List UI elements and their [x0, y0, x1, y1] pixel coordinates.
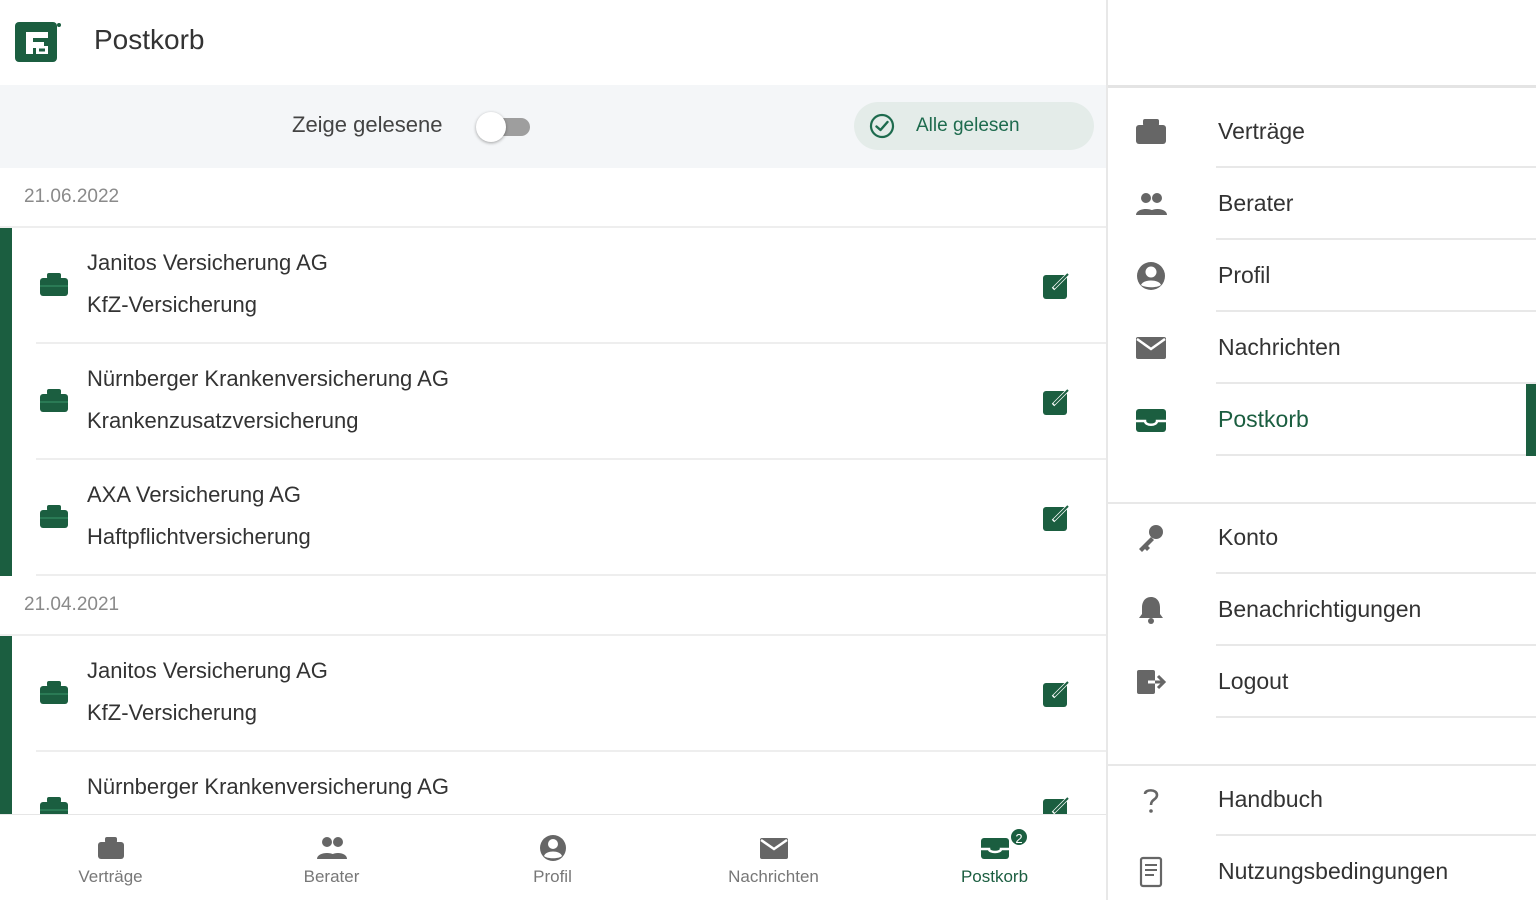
mark-all-read-button[interactable]: Alle gelesen — [854, 102, 1094, 150]
bell-icon — [1139, 597, 1163, 624]
bottom-nav-label: Nachrichten — [728, 867, 819, 886]
briefcase-icon — [97, 837, 124, 859]
document-icon — [1139, 856, 1163, 888]
product-name: Haftpflichtversicherung — [87, 524, 311, 549]
drawer-item-berater[interactable]: Berater — [1108, 168, 1536, 240]
people-icon — [316, 837, 347, 859]
drawer-item-profil[interactable]: Profil — [1108, 240, 1536, 312]
mail-icon — [1136, 337, 1166, 359]
toggle-knob — [476, 112, 506, 142]
briefcase-icon — [40, 681, 68, 704]
check-circle-icon — [869, 113, 895, 139]
message-group: Janitos Versicherung AG KfZ-Versicherung… — [0, 228, 1106, 576]
page-title: Postkorb — [94, 24, 205, 55]
drawer-item-logout[interactable]: Logout — [1108, 646, 1536, 718]
drawer-item-benachrichtigungen[interactable]: Benachrichtigungen — [1108, 574, 1536, 646]
logout-icon — [1137, 670, 1167, 694]
bottom-nav-nachrichten[interactable]: Nachrichten — [663, 815, 884, 901]
bottom-nav-label: Berater — [303, 867, 360, 886]
drawer-item-label: Konto — [1218, 524, 1279, 550]
drawer-item-label: Logout — [1218, 668, 1289, 694]
bottom-nav-label: Verträge — [78, 867, 143, 886]
drawer-item-nachrichten[interactable]: Nachrichten — [1108, 312, 1536, 384]
drawer-item-label: Verträge — [1218, 118, 1305, 144]
active-indicator — [1526, 384, 1536, 456]
account-icon — [539, 835, 566, 861]
briefcase-icon — [40, 389, 68, 412]
divider — [1216, 716, 1536, 718]
open-external-icon[interactable] — [1040, 792, 1074, 814]
company-name: Nürnberger Krankenversicherung AG — [87, 774, 449, 799]
message-list: 21.06.2022 Janitos Versicherung AG KfZ-V… — [0, 168, 1106, 814]
bottom-nav-label: Profil — [533, 867, 572, 886]
unread-badge: 2 — [1009, 827, 1029, 847]
bottom-nav-label: Postkorb — [960, 867, 1029, 886]
show-read-label: Zeige gelesene — [292, 112, 443, 137]
list-item[interactable]: AXA Versicherung AG Haftpflichtversicher… — [36, 460, 1106, 576]
bottom-nav-vertraege[interactable]: Verträge — [0, 815, 221, 901]
drawer-item-label: Handbuch — [1218, 786, 1323, 812]
side-drawer: Verträge Berater Profil Nachrichten Post… — [1106, 0, 1536, 900]
bottom-nav-berater[interactable]: Berater — [221, 815, 442, 901]
bottom-nav-profil[interactable]: Profil — [442, 815, 663, 901]
briefcase-icon — [40, 797, 68, 814]
bottom-nav-postkorb[interactable]: 2 Postkorb — [884, 815, 1105, 901]
list-item[interactable]: Nürnberger Krankenversicherung AG Kranke… — [36, 344, 1106, 460]
product-name: KfZ-Versicherung — [87, 292, 257, 317]
bottom-navigation: Verträge Berater Profil Nachrichten 2 Po… — [0, 814, 1106, 900]
date-header: 21.06.2022 — [0, 168, 1106, 228]
briefcase-icon — [1136, 119, 1166, 144]
main-panel: Postkorb Zeige gelesene Alle gelesen 21.… — [0, 0, 1106, 900]
app-logo-icon — [15, 22, 61, 62]
list-item[interactable]: Janitos Versicherung AG KfZ-Versicherung — [36, 228, 1106, 344]
app-header: Postkorb — [0, 0, 1106, 85]
key-icon — [1139, 525, 1163, 552]
drawer-item-vertraege[interactable]: Verträge — [1108, 96, 1536, 168]
drawer-item-nutzungsbedingungen[interactable]: Nutzungsbedingungen — [1108, 836, 1536, 908]
drawer-item-label: Berater — [1218, 190, 1294, 216]
drawer-item-postkorb[interactable]: Postkorb — [1108, 384, 1536, 456]
company-name: Janitos Versicherung AG — [87, 658, 328, 683]
mark-all-read-label: Alle gelesen — [916, 115, 1020, 136]
drawer-item-label: Nutzungsbedingungen — [1218, 858, 1449, 884]
open-external-icon[interactable] — [1040, 500, 1074, 534]
account-icon — [1137, 262, 1165, 290]
list-item[interactable]: Nürnberger Krankenversicherung AG — [36, 752, 1106, 814]
drawer-item-label: Benachrichtigungen — [1218, 596, 1422, 622]
briefcase-icon — [40, 505, 68, 528]
divider — [1216, 454, 1536, 456]
drawer-item-label: Profil — [1218, 262, 1271, 288]
product-name: Krankenzusatzversicherung — [87, 408, 359, 433]
inbox-icon — [980, 838, 1009, 859]
mail-icon — [759, 838, 788, 859]
people-icon — [1136, 193, 1167, 215]
company-name: Nürnberger Krankenversicherung AG — [87, 366, 449, 391]
drawer-item-konto[interactable]: Konto — [1108, 502, 1536, 574]
question-icon — [1143, 789, 1159, 813]
open-external-icon[interactable] — [1040, 676, 1074, 710]
drawer-item-handbuch[interactable]: Handbuch — [1108, 764, 1536, 836]
open-external-icon[interactable] — [1040, 384, 1074, 418]
date-header: 21.04.2021 — [0, 576, 1106, 636]
inbox-icon — [1136, 409, 1166, 432]
message-group: Janitos Versicherung AG KfZ-Versicherung… — [0, 636, 1106, 814]
product-name: KfZ-Versicherung — [87, 700, 257, 725]
company-name: Janitos Versicherung AG — [87, 250, 328, 275]
drawer-header — [1108, 0, 1536, 88]
list-item[interactable]: Janitos Versicherung AG KfZ-Versicherung — [36, 636, 1106, 752]
show-read-toggle[interactable] — [476, 112, 530, 142]
company-name: AXA Versicherung AG — [87, 482, 302, 507]
drawer-item-label: Nachrichten — [1218, 334, 1341, 360]
briefcase-icon — [40, 273, 68, 296]
open-external-icon[interactable] — [1040, 268, 1074, 302]
drawer-item-label: Postkorb — [1218, 406, 1309, 432]
